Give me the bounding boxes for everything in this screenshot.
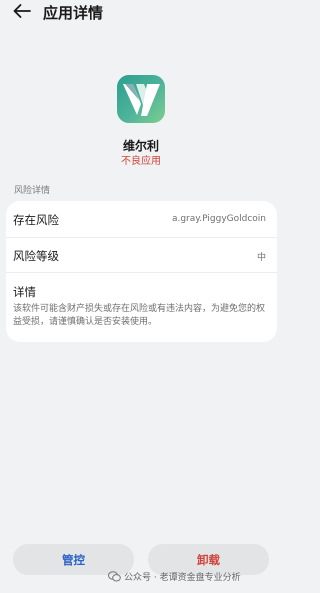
risk-row-label: 存在风险	[13, 213, 59, 227]
app-logo-icon	[117, 75, 165, 123]
arrow-left-icon[interactable]	[12, 3, 32, 19]
risk-row-level: 风险等级 中	[6, 238, 277, 273]
risk-row-label: 风险等级	[13, 249, 59, 263]
detail-label: 详情	[13, 285, 36, 299]
risk-row-value: a.gray.PiggyGoldcoin	[171, 214, 266, 224]
wechat-icon	[108, 571, 121, 582]
watermark-text: 公众号 · 老谭资金盘专业分析	[124, 573, 241, 583]
risk-row-existing: 存在风险 a.gray.PiggyGoldcoin	[6, 201, 277, 238]
app-risk-tag: 不良应用	[121, 156, 161, 167]
app-details-screen: 应用详情 维尔利 不良应用 风险详情 存在风险 a.gray.PiggyGold…	[0, 0, 282, 593]
top-bar: 应用详情	[0, 0, 282, 26]
page-title: 应用详情	[43, 4, 104, 22]
risk-row-value: 中	[256, 253, 266, 263]
section-label-risk: 风险详情	[14, 186, 51, 196]
detail-text: 该软件可能含财产损失或存在风险或有违法内容，为避免您的权益受损，请谨慎确认是否安…	[13, 304, 266, 327]
risk-details-card: 存在风险 a.gray.PiggyGoldcoin 风险等级 中 详情 该软件可…	[6, 201, 277, 342]
